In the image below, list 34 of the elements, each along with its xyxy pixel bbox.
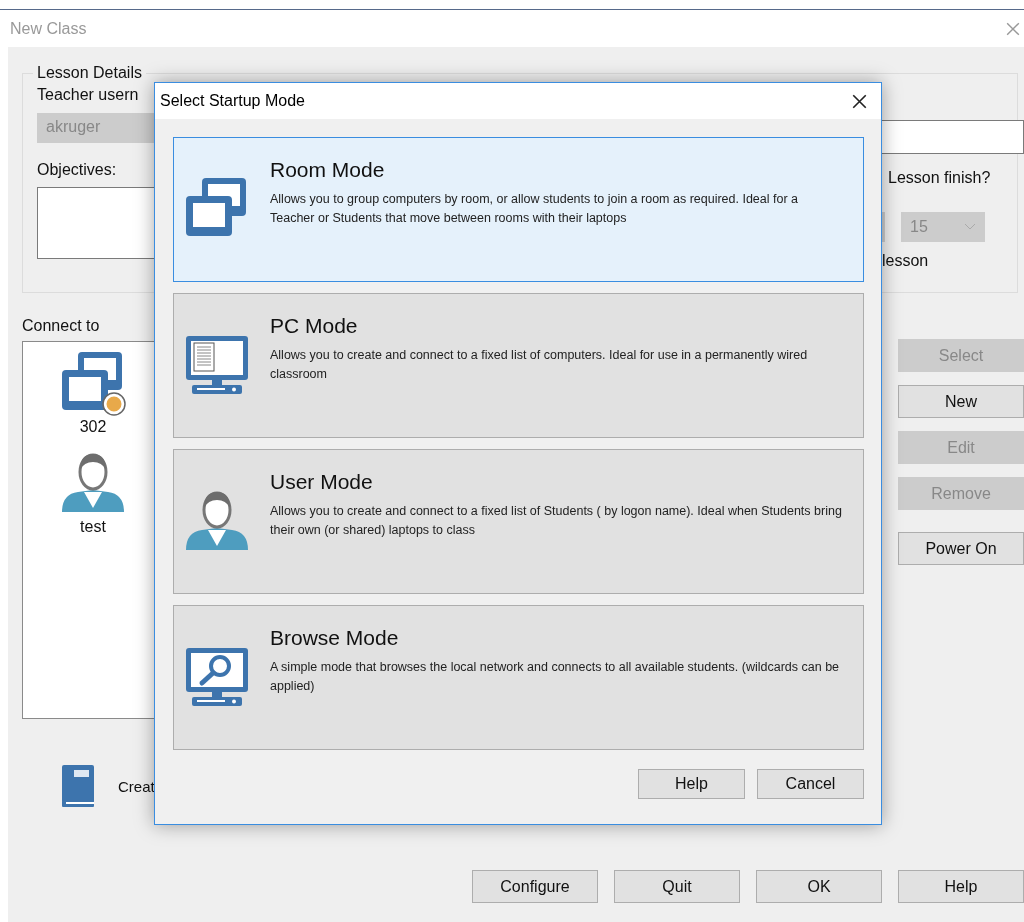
mode-description: Allows you to create and connect to a fixed list of Students ( by logon name). Ideal when Students bring their own (or shared) laptops to class xyxy=(270,503,843,539)
mode-option[interactable]: PC Mode Allows you to create and connect to a fixed list of computers. Ideal for use in a permanently wired classroom xyxy=(173,293,864,438)
mode-title: User Mode xyxy=(270,470,374,494)
side-button[interactable]: New xyxy=(898,385,1024,418)
list-item[interactable]: test xyxy=(23,448,163,536)
window-title: New Class xyxy=(10,19,87,38)
footer-button[interactable]: Help xyxy=(898,870,1024,903)
field-label: lesson xyxy=(881,252,930,270)
mode-title: Room Mode xyxy=(270,158,386,182)
dialog-button[interactable]: Cancel xyxy=(757,769,864,799)
mode-title: PC Mode xyxy=(270,314,359,338)
mode-title: Browse Mode xyxy=(270,626,400,650)
mode-option[interactable]: Browse Mode A simple mode that browses the local network and connects to all available students. (wildcards can be applied) xyxy=(173,605,864,750)
section-label: Connect to xyxy=(22,317,101,335)
dialog-title: Select Startup Mode xyxy=(160,92,305,110)
mode-description: Allows you to create and connect to a fixed list of computers. Ideal for use in a permanently wired classroom xyxy=(270,347,809,383)
field-label: Lesson finish? xyxy=(887,169,992,187)
footer-button[interactable]: OK xyxy=(756,870,882,903)
side-button[interactable]: Power On xyxy=(898,532,1024,565)
create-label[interactable]: Creat xyxy=(118,777,155,795)
mode-option[interactable]: Room Mode Allows you to group computers by room, or allow students to join a room as required. Ideal for a Teacher or Students that move between rooms with their laptops xyxy=(173,137,864,282)
book-icon[interactable] xyxy=(60,765,96,807)
item-label: test xyxy=(80,518,106,536)
mode-option[interactable]: User Mode Allows you to create and connect to a fixed list of Students ( by logon name). Ideal when Students bring their own (or shared) laptops to class xyxy=(173,449,864,594)
list-item[interactable]: 302 xyxy=(23,348,163,436)
mode-description: A simple mode that browses the local network and connects to all available students. (wildcards can be applied) xyxy=(270,659,841,695)
footer-button[interactable]: Configure xyxy=(472,870,598,903)
item-label: 302 xyxy=(79,418,107,436)
close-icon[interactable] xyxy=(852,93,867,109)
chevron-down-icon xyxy=(964,223,976,231)
dialog-button[interactable]: Help xyxy=(638,769,745,799)
mode-description: Allows you to group computers by room, or allow students to join a room as required. Ideal for a Teacher or Students that move between rooms with their laptops xyxy=(270,191,800,227)
footer-button[interactable]: Quit xyxy=(614,870,740,903)
field-label: Objectives: xyxy=(37,161,118,179)
